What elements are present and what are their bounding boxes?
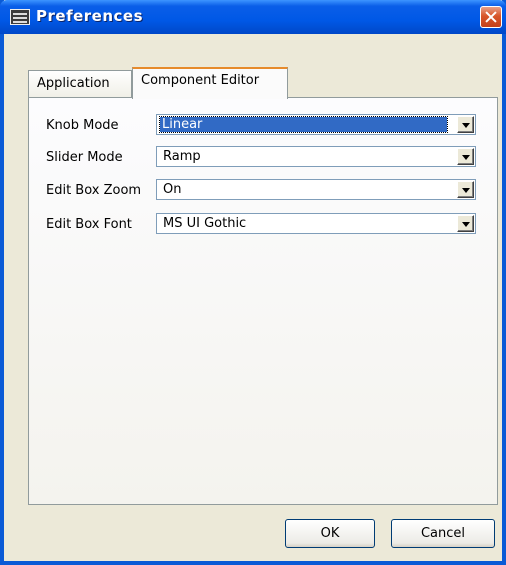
app-icon [10,9,30,25]
chevron-down-icon[interactable] [457,148,474,165]
knob-mode-value: Linear [159,116,448,133]
ok-button[interactable]: OK [285,519,375,548]
chevron-down-icon[interactable] [457,215,474,232]
close-icon[interactable] [480,6,502,28]
edit-box-font-value: MS UI Gothic [163,216,247,231]
chevron-down-icon[interactable] [457,116,474,133]
title-bar[interactable]: Preferences [0,0,506,34]
edit-box-font-select[interactable]: MS UI Gothic [156,213,476,234]
edit-box-zoom-label: Edit Box Zoom [46,183,142,198]
tab-component-editor[interactable]: Component Editor [132,67,288,99]
window-title: Preferences [36,7,144,25]
edit-box-zoom-select[interactable]: On [156,179,476,200]
edit-box-zoom-value: On [163,182,182,197]
knob-mode-label: Knob Mode [46,118,119,133]
chevron-down-icon[interactable] [457,181,474,198]
cancel-button[interactable]: Cancel [391,519,495,548]
slider-mode-value: Ramp [163,149,201,164]
slider-mode-label: Slider Mode [46,150,123,165]
tab-application[interactable]: Application [28,70,132,97]
knob-mode-select[interactable]: Linear [156,114,476,135]
edit-box-font-label: Edit Box Font [46,217,132,232]
slider-mode-select[interactable]: Ramp [156,146,476,167]
